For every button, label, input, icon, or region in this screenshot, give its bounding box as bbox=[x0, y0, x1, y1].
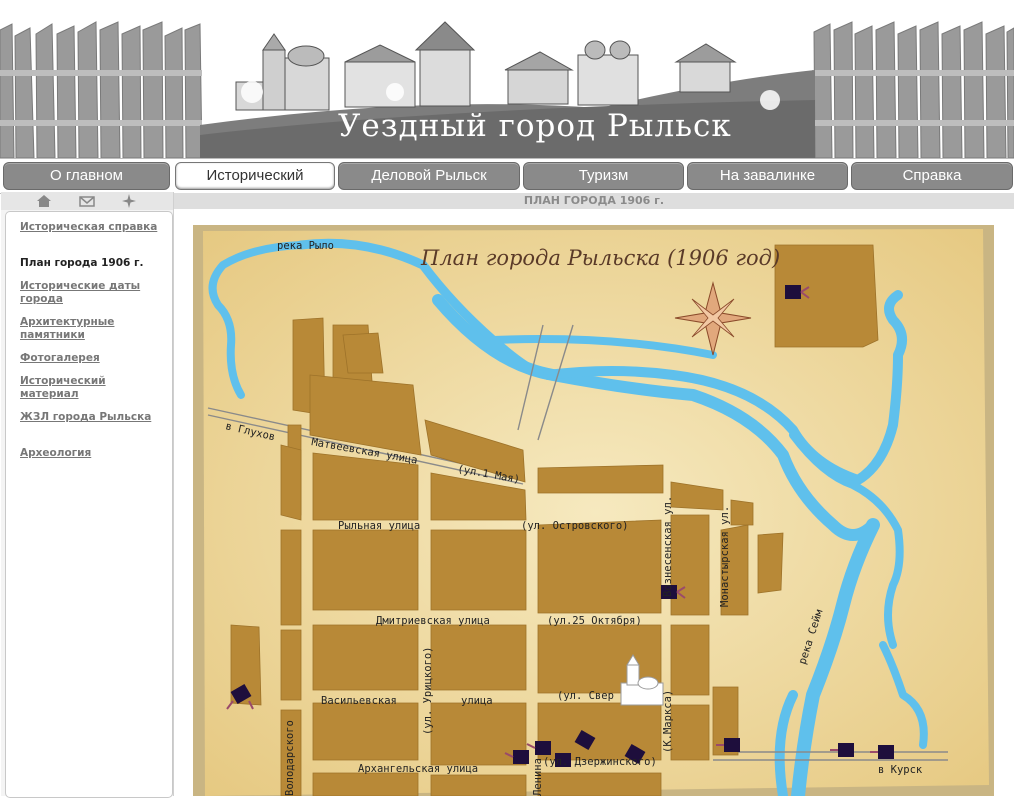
street-label: Дмитриевская улица bbox=[376, 615, 490, 627]
site-header: Уездный город Рыльск bbox=[0, 0, 1014, 158]
block bbox=[537, 519, 662, 614]
street-label: Архангельская улица bbox=[358, 763, 478, 775]
block bbox=[730, 499, 754, 526]
mail-icon[interactable] bbox=[79, 194, 95, 208]
street-label: Ленина bbox=[532, 758, 544, 796]
block bbox=[430, 529, 527, 611]
street-label: улица bbox=[461, 695, 493, 707]
sidebar-item-famous-people[interactable]: ЖЗЛ города Рыльска bbox=[20, 411, 160, 424]
street-label: Монастырская ул. bbox=[719, 506, 731, 607]
main-nav: О главном Исторический Деловой Рыльск Ту… bbox=[0, 158, 1014, 194]
nav-item-zavalinka[interactable]: На завалинке bbox=[687, 162, 848, 190]
map-title: План города Рыльска (1906 год) bbox=[420, 246, 780, 270]
block bbox=[312, 624, 419, 691]
sidebar-item-history-reference[interactable]: Историческая справка bbox=[20, 221, 160, 234]
block bbox=[757, 532, 784, 594]
river-label: река Рыло bbox=[277, 240, 334, 252]
block bbox=[670, 514, 710, 616]
block bbox=[342, 332, 384, 374]
sidebar-icon-bar bbox=[1, 192, 173, 210]
block bbox=[312, 772, 419, 796]
block bbox=[537, 772, 662, 796]
street-label: (ул. Урицкого) bbox=[422, 646, 434, 735]
sidebar: Историческая справка План города 1906 г.… bbox=[1, 192, 174, 798]
block bbox=[280, 629, 302, 701]
home-icon[interactable] bbox=[36, 194, 52, 208]
street-label: Васильевская bbox=[321, 695, 397, 707]
block bbox=[280, 444, 302, 521]
block bbox=[537, 464, 664, 494]
sidebar-menu: Историческая справка План города 1906 г.… bbox=[5, 211, 173, 798]
block bbox=[280, 529, 302, 626]
nav-item-tourism[interactable]: Туризм bbox=[523, 162, 684, 190]
block bbox=[312, 529, 419, 611]
street-label: Вознесенская ул. bbox=[662, 496, 674, 597]
sidebar-item-city-plan: План города 1906 г. bbox=[20, 257, 144, 269]
street-label: Володарского bbox=[284, 720, 296, 796]
nav-item-help[interactable]: Справка bbox=[851, 162, 1013, 190]
street-label: (К.Маркса) bbox=[662, 690, 674, 753]
street-label: Рыльная улица bbox=[338, 520, 420, 532]
block bbox=[430, 624, 527, 691]
sidebar-item-architecture[interactable]: Архитектурные памятники bbox=[20, 316, 160, 342]
block bbox=[670, 704, 710, 761]
page-title: ПЛАН ГОРОДА 1906 г. bbox=[174, 193, 1014, 209]
street-label: (ул. Свер bbox=[557, 690, 614, 702]
street-label: (ул. Островского) bbox=[521, 520, 628, 532]
city-map-svg: План города Рыльска (1906 год) река Рыло… bbox=[193, 225, 994, 796]
nav-item-main[interactable]: О главном bbox=[3, 162, 170, 190]
block bbox=[312, 702, 419, 761]
nav-item-business[interactable]: Деловой Рыльск bbox=[338, 162, 520, 190]
block bbox=[430, 774, 527, 796]
street-label: (ул.25 Октября) bbox=[547, 615, 642, 627]
sidebar-item-archaeology[interactable]: Археология bbox=[20, 447, 160, 460]
road-label: в Курск bbox=[878, 764, 923, 776]
sidebar-item-historical-material[interactable]: Исторический материал bbox=[20, 375, 160, 401]
sidebar-item-photo-gallery[interactable]: Фотогалерея bbox=[20, 352, 160, 365]
sidebar-item-historical-dates[interactable]: Исторические даты города bbox=[20, 280, 160, 306]
block bbox=[670, 624, 710, 696]
nav-item-historical[interactable]: Исторический bbox=[175, 162, 335, 190]
sitemap-icon[interactable] bbox=[121, 194, 137, 208]
street-label: (ул. Дзержинского) bbox=[543, 756, 657, 768]
site-title: Уездный город Рыльск bbox=[338, 108, 732, 144]
city-map: План города Рыльска (1906 год) река Рыло… bbox=[193, 225, 994, 796]
